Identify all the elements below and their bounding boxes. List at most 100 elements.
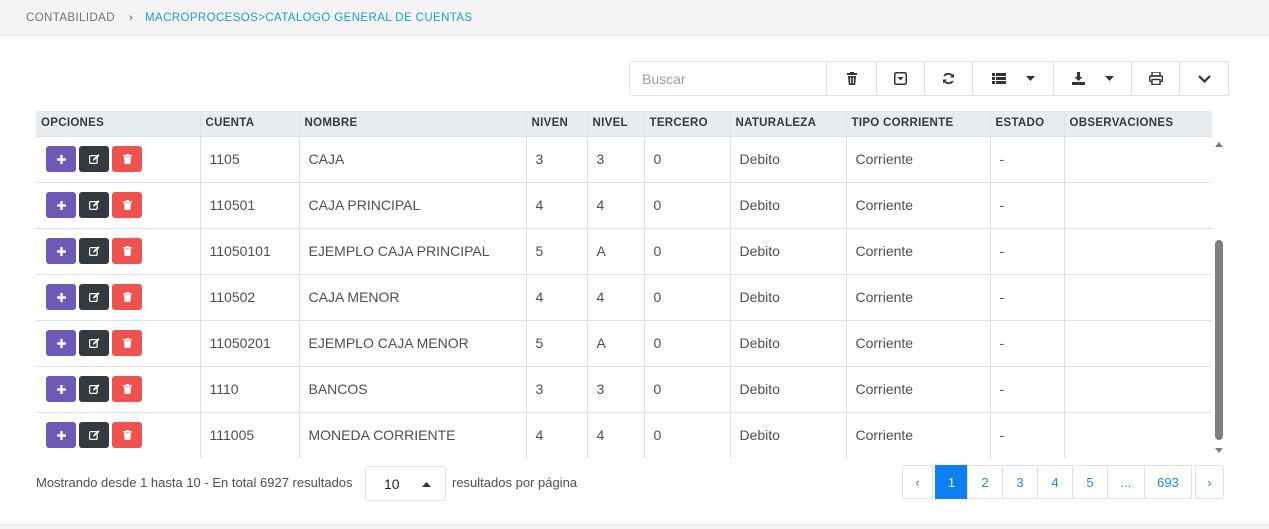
trash-icon <box>122 292 132 302</box>
caret-down-icon <box>1104 76 1114 81</box>
cell-niven: 3 <box>526 136 588 183</box>
cell-estado: - <box>990 136 1065 183</box>
toggle-button[interactable] <box>877 62 924 95</box>
page-button-3[interactable]: 3 <box>1002 465 1038 499</box>
page-button-2[interactable]: 2 <box>967 465 1003 499</box>
scrollbar-thumb[interactable] <box>1215 240 1223 440</box>
header-estado[interactable]: ESTADO <box>990 111 1065 137</box>
page-button-last[interactable]: 693 <box>1144 465 1192 499</box>
cell-niven: 3 <box>526 366 588 413</box>
search-input[interactable] <box>630 62 826 95</box>
table-row[interactable]: 11050101 EJEMPLO CAJA PRINCIPAL 5 A 0 Debito C… <box>36 228 1212 275</box>
scroll-up-arrow-icon[interactable] <box>1214 139 1224 149</box>
header-nivel[interactable]: NIVEL <box>587 111 645 137</box>
cell-nivel: A <box>587 320 645 367</box>
per-page-select[interactable]: 10 <box>365 466 446 501</box>
search-group <box>629 61 877 96</box>
cell-naturaleza: Debito <box>730 366 847 413</box>
page-button-5[interactable]: 5 <box>1072 465 1108 499</box>
delete-button[interactable] <box>112 146 142 172</box>
delete-button[interactable] <box>112 284 142 310</box>
trash-icon <box>122 384 132 394</box>
trash-icon <box>122 430 132 440</box>
breadcrumb-root[interactable]: CONTABILIDAD <box>26 12 115 24</box>
header-nombre[interactable]: NOMBRE <box>299 111 527 137</box>
delete-button[interactable] <box>112 238 142 264</box>
print-button[interactable] <box>1131 62 1179 95</box>
export-dropdown-button[interactable] <box>1053 62 1131 95</box>
add-subaccount-button[interactable] <box>46 422 76 448</box>
cell-observaciones <box>1064 412 1212 458</box>
add-subaccount-button[interactable] <box>46 192 76 218</box>
cell-nombre: EJEMPLO CAJA PRINCIPAL <box>299 228 527 275</box>
table-row[interactable]: 110501 CAJA PRINCIPAL 4 4 0 Debito Corriente - <box>36 182 1212 229</box>
prev-page-button[interactable]: ‹ <box>902 465 933 499</box>
add-subaccount-button[interactable] <box>46 376 76 402</box>
cell-nivel: 4 <box>587 274 645 321</box>
header-tercero[interactable]: TERCERO <box>644 111 731 137</box>
table-row[interactable]: 110502 CAJA MENOR 4 4 0 Debito Corriente - <box>36 274 1212 321</box>
add-subaccount-button[interactable] <box>46 238 76 264</box>
add-subaccount-button[interactable] <box>46 284 76 310</box>
header-observaciones[interactable]: OBSERVACIONES <box>1064 111 1212 137</box>
add-subaccount-button[interactable] <box>46 330 76 356</box>
cell-estado: - <box>990 366 1065 413</box>
trash-icon <box>846 72 857 85</box>
header-opciones[interactable]: OPCIONES <box>36 111 201 137</box>
table-scrollbar[interactable] <box>1212 137 1226 458</box>
page-ellipsis: ... <box>1107 465 1145 499</box>
delete-button[interactable] <box>112 376 142 402</box>
cell-naturaleza: Debito <box>730 136 847 183</box>
edit-button[interactable] <box>79 192 109 218</box>
results-summary: Mostrando desde 1 hasta 10 - En total 69… <box>36 475 353 490</box>
delete-button[interactable] <box>112 330 142 356</box>
refresh-icon <box>943 72 954 85</box>
scroll-down-arrow-icon[interactable] <box>1214 446 1224 456</box>
plus-icon <box>56 292 66 302</box>
cell-cuenta: 11050201 <box>200 320 300 367</box>
edit-button[interactable] <box>79 284 109 310</box>
cell-tercero: 0 <box>644 136 731 183</box>
header-niven[interactable]: NIVEN <box>526 111 588 137</box>
more-button[interactable] <box>1179 62 1228 95</box>
plus-icon <box>56 338 66 348</box>
list-icon <box>991 73 1006 84</box>
edit-button[interactable] <box>79 422 109 448</box>
header-tipo-corriente[interactable]: TIPO CORRIENTE <box>846 111 991 137</box>
edit-button[interactable] <box>79 146 109 172</box>
clear-search-button[interactable] <box>826 62 876 95</box>
table-row[interactable]: 111005 MONEDA CORRIENTE 4 4 0 Debito Corriente… <box>36 412 1212 458</box>
next-page-button[interactable]: › <box>1195 465 1224 499</box>
per-page-value: 10 <box>384 475 400 492</box>
edit-button[interactable] <box>79 376 109 402</box>
page-button-4[interactable]: 4 <box>1037 465 1073 499</box>
toolbar-buttons <box>877 61 1229 96</box>
header-naturaleza[interactable]: NATURALEZA <box>730 111 847 137</box>
refresh-button[interactable] <box>924 62 972 95</box>
header-cuenta[interactable]: CUENTA <box>200 111 300 137</box>
columns-dropdown-button[interactable] <box>972 62 1053 95</box>
table-row[interactable]: 1110 BANCOS 3 3 0 Debito Corriente - <box>36 366 1212 413</box>
table-row[interactable]: 1105 CAJA 3 3 0 Debito Corriente - <box>36 136 1212 183</box>
edit-icon <box>88 384 100 394</box>
edit-button[interactable] <box>79 238 109 264</box>
cell-naturaleza: Debito <box>730 274 847 321</box>
cell-tercero: 0 <box>644 320 731 367</box>
cell-cuenta: 110502 <box>200 274 300 321</box>
cell-nivel: A <box>587 228 645 275</box>
delete-button[interactable] <box>112 422 142 448</box>
page-button-1[interactable]: 1 <box>935 465 968 499</box>
cell-observaciones <box>1064 274 1212 321</box>
breadcrumb-current[interactable]: MACROPROCESOS>CATALOGO GENERAL DE CUENTA… <box>145 12 473 24</box>
delete-button[interactable] <box>112 192 142 218</box>
plus-icon <box>56 246 66 256</box>
edit-button[interactable] <box>79 330 109 356</box>
add-subaccount-button[interactable] <box>46 146 76 172</box>
cell-tercero: 0 <box>644 182 731 229</box>
download-icon <box>1071 72 1085 85</box>
cell-opciones <box>36 228 201 275</box>
trash-icon <box>122 246 132 256</box>
cell-tipo-corriente: Corriente <box>846 182 991 229</box>
cell-niven: 5 <box>526 228 588 275</box>
table-row[interactable]: 11050201 EJEMPLO CAJA MENOR 5 A 0 Debito Corri… <box>36 320 1212 367</box>
